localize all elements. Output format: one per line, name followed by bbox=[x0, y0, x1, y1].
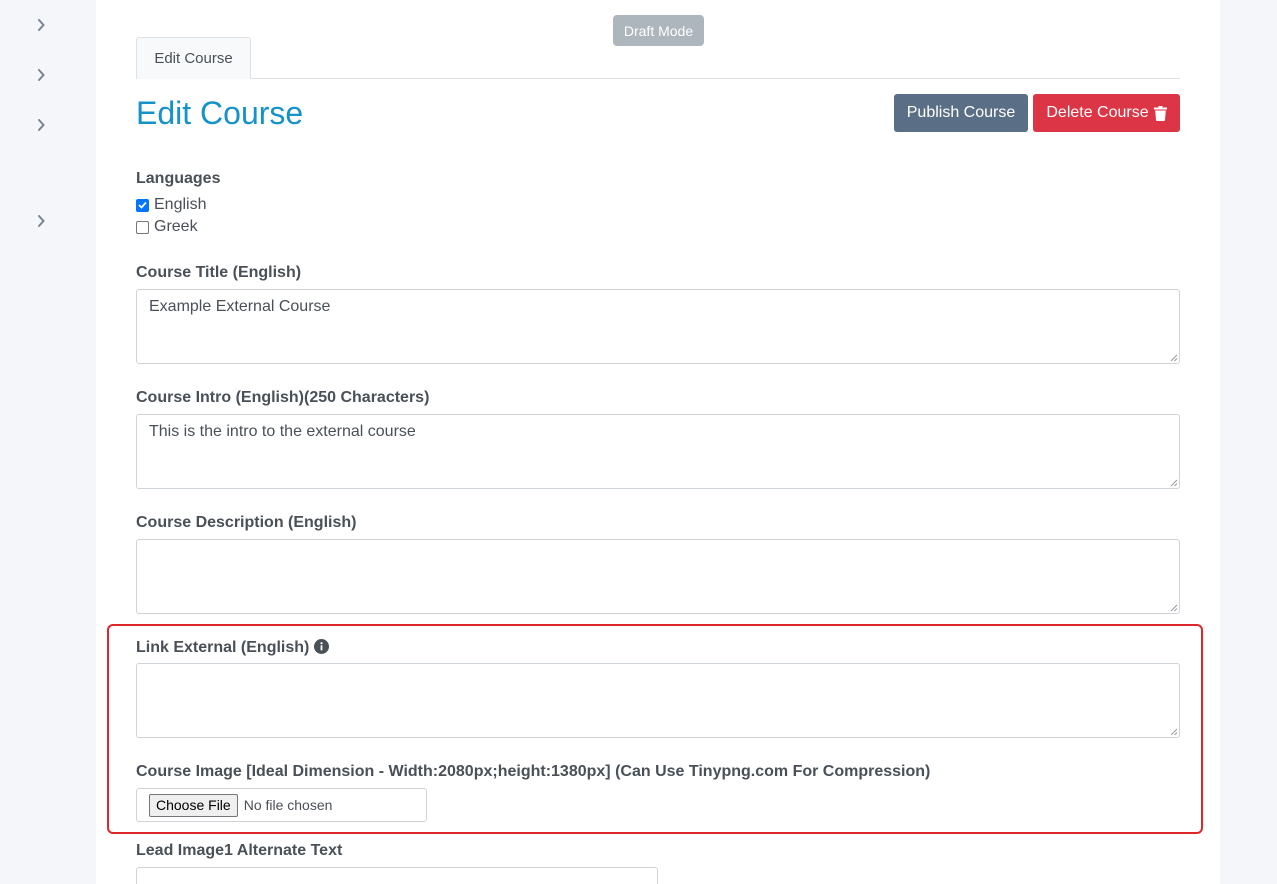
main-content: Draft Mode Edit Course Edit Course Publi… bbox=[96, 0, 1220, 884]
course-description-label: Course Description (English) bbox=[136, 514, 357, 531]
tab-edit-course[interactable]: Edit Course bbox=[136, 37, 251, 79]
language-option-greek[interactable]: Greek bbox=[136, 218, 198, 236]
file-status: No file chosen bbox=[243, 797, 333, 813]
sidebar bbox=[0, 0, 96, 884]
chevron-right-icon[interactable] bbox=[34, 214, 48, 228]
greek-label: Greek bbox=[154, 218, 198, 235]
course-intro-textarea[interactable]: This is the intro to the external course bbox=[136, 414, 1180, 489]
trash-icon bbox=[1153, 105, 1167, 121]
chevron-right-icon[interactable] bbox=[34, 18, 48, 32]
language-option-english[interactable]: English bbox=[136, 196, 206, 214]
english-label: English bbox=[154, 196, 207, 213]
chevron-right-icon[interactable] bbox=[34, 68, 48, 82]
lead-image-alt-label: Lead Image1 Alternate Text bbox=[136, 842, 343, 859]
course-intro-value: This is the intro to the external course bbox=[149, 423, 416, 440]
lead-image-alt-input[interactable] bbox=[136, 867, 658, 884]
greek-checkbox[interactable] bbox=[136, 220, 149, 234]
tab-bar: Edit Course bbox=[136, 37, 1180, 79]
course-title-label: Course Title (English) bbox=[136, 264, 302, 281]
link-external-textarea[interactable] bbox=[136, 663, 1180, 738]
course-description-textarea[interactable] bbox=[136, 539, 1180, 614]
course-image-label: Course Image [Ideal Dimension - Width:20… bbox=[136, 763, 931, 780]
course-image-file-input[interactable]: Choose File No file chosen bbox=[136, 788, 427, 822]
delete-course-label: Delete Course bbox=[1046, 104, 1149, 121]
course-title-value: Example External Course bbox=[149, 298, 331, 315]
resize-handle-icon[interactable] bbox=[1170, 479, 1178, 487]
page-title: Edit Course bbox=[136, 95, 304, 131]
info-icon[interactable] bbox=[314, 639, 330, 654]
resize-handle-icon[interactable] bbox=[1170, 728, 1178, 736]
resize-handle-icon[interactable] bbox=[1170, 354, 1178, 362]
publish-course-label: Publish Course bbox=[906, 104, 1016, 121]
link-external-label-text: Link External (English) bbox=[136, 639, 310, 656]
choose-file-button[interactable]: Choose File bbox=[149, 793, 238, 817]
link-external-label: Link External (English) bbox=[136, 639, 330, 657]
chevron-right-icon[interactable] bbox=[34, 118, 48, 132]
resize-handle-icon[interactable] bbox=[1170, 604, 1178, 612]
english-checkbox[interactable] bbox=[136, 198, 149, 212]
languages-label: Languages bbox=[136, 170, 221, 187]
delete-course-button[interactable]: Delete Course bbox=[1033, 94, 1180, 132]
course-title-textarea[interactable]: Example External Course bbox=[136, 289, 1180, 364]
course-intro-label: Course Intro (English)(250 Characters) bbox=[136, 389, 430, 406]
publish-course-button[interactable]: Publish Course bbox=[894, 94, 1028, 132]
